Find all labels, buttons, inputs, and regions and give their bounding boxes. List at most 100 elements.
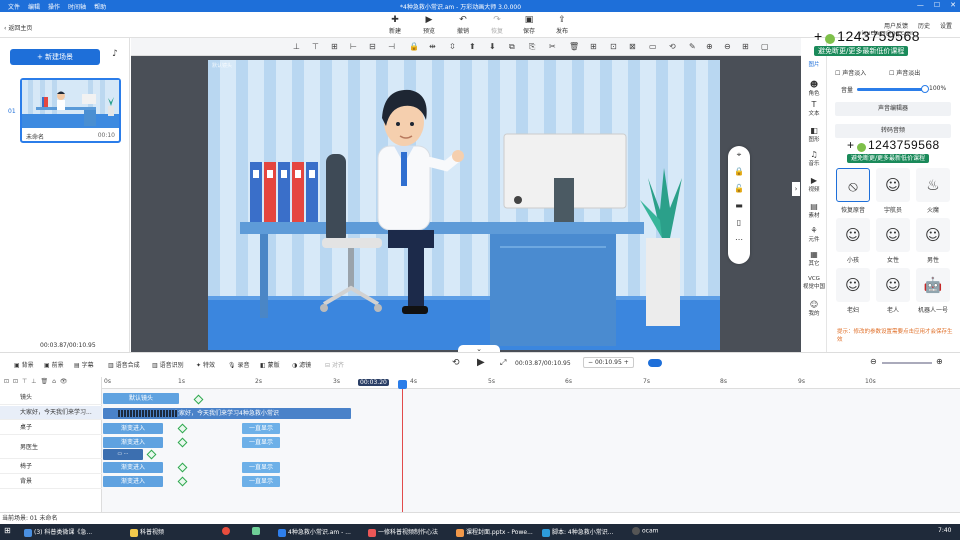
more-icon[interactable]: ⋯ <box>728 231 750 248</box>
voice-old-man[interactable]: ☺ 老人 <box>875 268 911 318</box>
tl-align-button[interactable]: ⊟ 对齐 <box>325 360 344 369</box>
expand-icon[interactable]: ⤢ <box>500 358 506 368</box>
track-doctor[interactable]: 男医生 <box>0 437 102 459</box>
zoom-in-icon[interactable]: ⊕ <box>936 357 943 366</box>
duration-stepper[interactable]: − 00:10.95 + <box>583 357 634 368</box>
nav-mine[interactable]: ☺ 我的 <box>801 300 827 317</box>
close-button[interactable]: ✕ <box>950 1 956 9</box>
focus-icon[interactable]: ⌖ <box>728 146 750 163</box>
back-home-link[interactable]: ‹ 返回主页 <box>4 23 32 32</box>
nav-material[interactable]: ▤ 素材 <box>801 202 827 219</box>
tl-filter-button[interactable]: ◑ 滤镜 <box>292 360 311 369</box>
chair-enter-block[interactable]: 渐变进入 <box>103 462 163 473</box>
track-desk[interactable]: 桌子 <box>0 421 102 435</box>
bg-show-block[interactable]: 一直显示 <box>242 476 280 487</box>
track-tools[interactable]: ⊡⊡⊤⊥🗑⌂👁 <box>4 378 72 385</box>
doctor-show-block[interactable]: 一直显示 <box>242 437 280 448</box>
collapse-panel-button[interactable]: › <box>792 182 800 196</box>
nav-text[interactable]: T 文本 <box>801 100 827 117</box>
snap-toggle[interactable] <box>648 359 662 367</box>
layer-down-icon[interactable]: ⬇ <box>489 42 496 51</box>
voice-editor-button[interactable]: 声音编辑器 <box>835 102 951 116</box>
phone-icon[interactable]: ▯ <box>728 214 750 231</box>
distribute-v-icon[interactable]: ⇳ <box>449 42 456 51</box>
copy-icon[interactable]: ⧉ <box>509 42 515 52</box>
delete-icon[interactable]: 🗑 <box>569 42 579 51</box>
nav-vcg[interactable]: VCG 视觉中国 <box>801 276 827 290</box>
voice-male[interactable]: ☺ 男性 <box>915 218 951 268</box>
taskbar-item-2[interactable]: 科普视频 <box>130 527 164 537</box>
preview-button[interactable]: ▶ 预览 <box>416 15 442 35</box>
pen-icon[interactable]: ✎ <box>689 42 696 51</box>
voice-female[interactable]: ☺ 女性 <box>875 218 911 268</box>
playhead[interactable] <box>402 380 403 515</box>
layer-up-icon[interactable]: ⬆ <box>469 42 476 51</box>
zoom-out-icon[interactable]: ⊖ <box>870 357 877 366</box>
fit-icon[interactable]: ⊞ <box>742 42 749 51</box>
menu-help[interactable]: 帮助 <box>94 2 106 11</box>
unlock-icon[interactable]: 🔓 <box>728 180 750 197</box>
menu-timeline[interactable]: 时间轴 <box>68 2 86 11</box>
play-button[interactable]: ▶ <box>477 357 485 368</box>
publish-button[interactable]: ⇪ 发布 <box>549 15 575 35</box>
tl-effect-button[interactable]: ✦ 特效 <box>196 360 215 369</box>
tl-record-button[interactable]: 🎙 录音 <box>228 360 250 369</box>
desk-enter-block[interactable]: 渐变进入 <box>103 423 163 434</box>
align-top-icon[interactable]: ⊤ <box>312 42 319 51</box>
chair-show-block[interactable]: 一直显示 <box>242 462 280 473</box>
image-icon[interactable]: ▭ <box>649 42 657 51</box>
terminal-icon[interactable] <box>252 527 262 535</box>
nav-music[interactable]: ♫ 音乐 <box>801 150 827 167</box>
desk-show-block[interactable]: 一直显示 <box>242 423 280 434</box>
align-left-icon[interactable]: ⊢ <box>350 42 357 51</box>
scene-music-button[interactable]: ♪ <box>108 49 122 65</box>
voice-old-woman[interactable]: ☺ 老妇 <box>835 268 871 318</box>
grid-icon[interactable]: ⊞ <box>590 42 597 51</box>
cut-icon[interactable]: ✂ <box>549 42 556 51</box>
nav-other[interactable]: ▦ 其它 <box>801 250 827 267</box>
screen-icon[interactable]: ▬ <box>728 197 750 214</box>
scene-thumbnail[interactable]: 未命名 00:10 <box>20 78 121 143</box>
voice-restore[interactable]: ⦸ 恢复原音 <box>835 168 871 218</box>
voice-astronaut[interactable]: ☺ 宇航员 <box>875 168 911 218</box>
zoom-in-icon[interactable]: ⊕ <box>706 42 713 51</box>
chrome-icon[interactable] <box>222 527 232 535</box>
bg-enter-block[interactable]: 渐变进入 <box>103 476 163 487</box>
tl-mask-button[interactable]: ◧ 蒙版 <box>260 360 280 369</box>
group-icon[interactable]: ⊡ <box>610 42 617 51</box>
align-bottom-icon[interactable]: ⊥ <box>293 42 300 51</box>
maximize-button[interactable]: ☐ <box>934 1 940 9</box>
track-voice[interactable]: 大家好，今天我们来学习... <box>0 406 102 420</box>
menu-edit[interactable]: 编辑 <box>28 2 40 11</box>
loop-icon[interactable]: ⟲ <box>452 358 460 368</box>
timeline-zoom-slider[interactable] <box>882 362 932 364</box>
voice-child[interactable]: ☺ 小孩 <box>835 218 871 268</box>
paste-icon[interactable]: ⎘ <box>529 42 535 52</box>
taskbar-item-1[interactable]: (3) 科普类微课《急... <box>24 527 92 537</box>
settings-link[interactable]: 设置 <box>940 21 952 30</box>
camera-block[interactable]: 默认镜头 <box>103 393 179 404</box>
tl-tts-button[interactable]: ▥ 语音合成 <box>108 360 140 369</box>
volume-slider-handle[interactable] <box>921 85 929 93</box>
zoom-out-icon[interactable]: ⊖ <box>724 42 731 51</box>
fade-in-checkbox[interactable]: ☐ 声音淡入 <box>835 68 866 77</box>
align-right-icon[interactable]: ⊣ <box>388 42 395 51</box>
minimize-button[interactable]: — <box>917 1 924 9</box>
tl-asr-button[interactable]: ▥ 语音识别 <box>152 360 184 369</box>
nav-video[interactable]: ▶ 视频 <box>801 176 827 193</box>
save-button[interactable]: ▣ 保存 <box>516 15 542 35</box>
nav-picture[interactable]: 图片 <box>801 60 827 68</box>
track-chair[interactable]: 椅子 <box>0 460 102 474</box>
nav-role[interactable]: ☻ 角色 <box>801 80 827 97</box>
volume-slider[interactable] <box>857 88 923 91</box>
taskbar-item-7[interactable]: ocam <box>632 527 659 535</box>
nav-shape[interactable]: ◧ 图形 <box>801 126 827 143</box>
distribute-h-icon[interactable]: ⇹ <box>429 42 436 51</box>
align-center-v-icon[interactable]: ⊞ <box>331 42 338 51</box>
taskbar-item-6[interactable]: 脚本: 4种急救小常识... <box>542 527 613 537</box>
new-scene-button[interactable]: + 新建场景 <box>10 49 100 65</box>
tl-foreground-button[interactable]: ▣ 前景 <box>44 360 64 369</box>
taskbar-item-5[interactable]: 课程封面.pptx - Powe... <box>456 527 533 537</box>
redo-button[interactable]: ↷ 恢复 <box>484 15 510 35</box>
menu-file[interactable]: 文件 <box>8 2 20 11</box>
